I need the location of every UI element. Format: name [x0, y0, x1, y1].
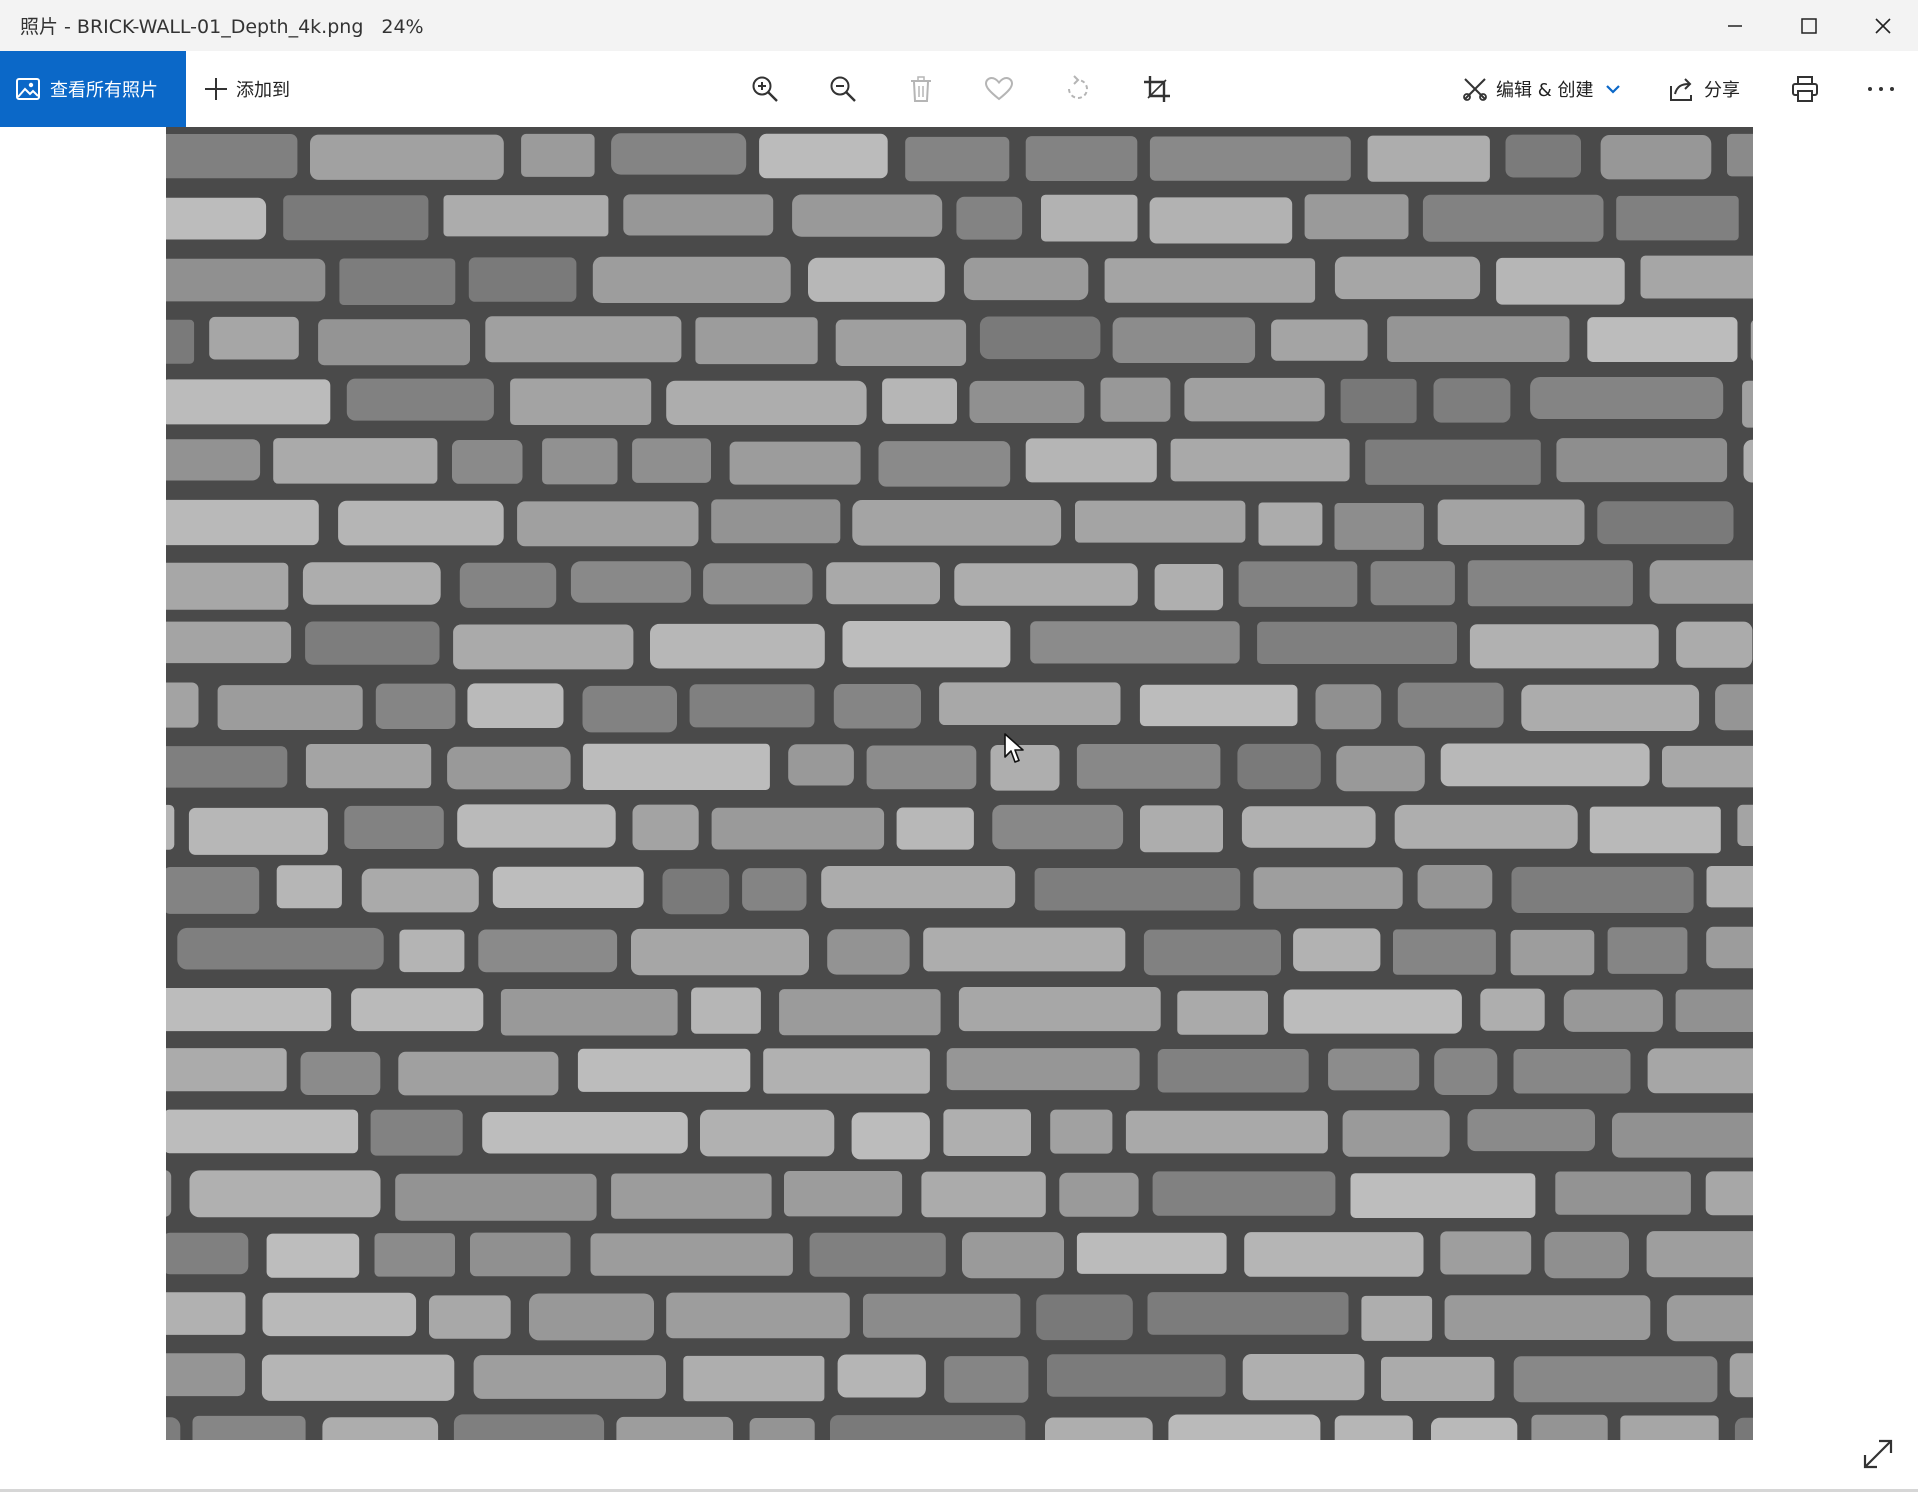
mouse-cursor [1004, 733, 1026, 769]
close-button[interactable] [1846, 0, 1918, 51]
zoom-level: 24% [381, 16, 424, 38]
heart-icon [985, 77, 1013, 101]
share-icon [1670, 78, 1692, 101]
favorite-button[interactable] [983, 51, 1015, 127]
zoom-out-icon [830, 76, 856, 102]
brick-pattern [166, 127, 1753, 1440]
zoom-in-button[interactable] [748, 51, 782, 127]
zoom-out-button[interactable] [826, 51, 860, 127]
crop-button[interactable] [1141, 51, 1173, 127]
rotate-button[interactable] [1062, 51, 1094, 127]
photo-gallery-icon [16, 78, 40, 100]
chevron-down-icon [1606, 85, 1621, 94]
title-bar: 照片 - BRICK-WALL-01_Depth_4k.png 24% [0, 0, 1918, 51]
view-all-photos-label: 查看所有照片 [50, 80, 158, 101]
maximize-icon [1801, 17, 1817, 34]
more-icon [1868, 87, 1894, 91]
cursor-arrow-icon [1004, 733, 1024, 763]
toolbar: 查看所有照片 添加到 编辑 & 创建 分享 [0, 51, 1918, 127]
expand-icon [1863, 1439, 1893, 1469]
add-to-button[interactable]: 添加到 [204, 51, 290, 127]
share-label: 分享 [1704, 80, 1740, 101]
edit-create-icon [1463, 78, 1487, 101]
trash-icon [911, 76, 931, 102]
zoom-in-icon [752, 76, 778, 102]
minimize-icon [1728, 24, 1742, 27]
maximize-button[interactable] [1772, 0, 1846, 51]
brick-wall-image [166, 127, 1753, 1440]
rotate-icon [1068, 75, 1088, 99]
window-title: 照片 - BRICK-WALL-01_Depth_4k.png 24% [20, 12, 424, 39]
more-options-button[interactable] [1864, 51, 1898, 127]
window-title-text: 照片 - BRICK-WALL-01_Depth_4k.png [20, 16, 364, 38]
crop-icon [1144, 76, 1170, 102]
share-button[interactable]: 分享 [1668, 51, 1740, 127]
edit-create-button[interactable]: 编辑 & 创建 [1462, 51, 1621, 127]
minimize-button[interactable] [1698, 0, 1772, 51]
close-icon [1875, 17, 1891, 34]
print-icon [1792, 76, 1818, 102]
photo-display[interactable] [166, 127, 1753, 1440]
view-all-photos-button[interactable]: 查看所有照片 [0, 51, 186, 127]
add-to-label: 添加到 [236, 80, 290, 101]
delete-button[interactable] [906, 51, 936, 127]
fullscreen-button[interactable] [1860, 1436, 1896, 1472]
edit-create-label: 编辑 & 创建 [1496, 80, 1594, 101]
plus-icon [205, 78, 227, 100]
print-button[interactable] [1789, 51, 1821, 127]
